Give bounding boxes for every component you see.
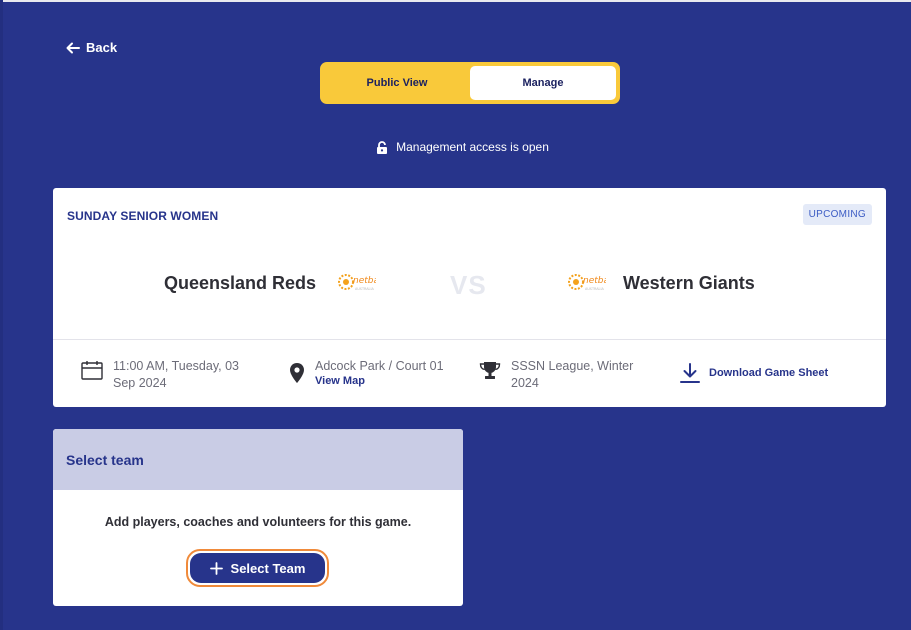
league-text: SSSN League, Winter 2024 [511, 359, 634, 390]
datetime-text: 11:00 AM, Tuesday, 03 Sep 2024 [113, 359, 240, 390]
public-view-tab[interactable]: Public View [324, 66, 470, 100]
download-icon [680, 363, 700, 383]
away-team-name: Western Giants [623, 273, 755, 293]
back-button[interactable]: Back [66, 40, 117, 55]
game-datetime: 11:00 AM, Tuesday, 03 Sep 2024 [81, 358, 261, 392]
status-badge: UPCOMING [802, 204, 872, 225]
window-top-edge [0, 0, 911, 2]
view-map-link[interactable]: View Map [315, 375, 444, 387]
select-team-button[interactable]: Select Team [186, 549, 329, 587]
window-left-edge [0, 0, 3, 630]
home-team-name: Queensland Reds [163, 273, 316, 293]
svg-text:AUSTRALIA: AUSTRALIA [585, 287, 604, 291]
trophy-icon [479, 362, 501, 379]
calendar-icon [81, 361, 103, 380]
versus-label: VS [450, 270, 487, 300]
home-team-logo: netball AUSTRALIA [338, 274, 376, 291]
view-toggle: Public View Manage [320, 62, 620, 104]
away-team-logo: netball AUSTRALIA [568, 274, 606, 291]
competition-name: SUNDAY SENIOR WOMEN [67, 209, 219, 223]
game-venue: Adcock Park / Court 01 View Map [289, 358, 459, 387]
back-label: Back [86, 40, 118, 55]
select-team-message: Add players, coaches and volunteers for … [104, 515, 412, 529]
game-card: SUNDAY SENIOR WOMEN UPCOMING Queensland … [53, 188, 886, 407]
arrow-left-icon [66, 42, 80, 53]
select-team-title: Select team [53, 429, 463, 490]
venue-text: Adcock Park / Court 01 [315, 359, 444, 373]
access-text: Management access is open [396, 140, 549, 154]
svg-text:netball: netball [583, 276, 606, 286]
access-status: Management access is open [0, 140, 911, 154]
select-team-label: Select Team [230, 560, 306, 576]
manage-tab[interactable]: Manage [470, 66, 616, 100]
game-league: SSSN League, Winter 2024 [479, 358, 649, 392]
card-divider [53, 339, 886, 340]
svg-text:AUSTRALIA: AUSTRALIA [355, 287, 374, 291]
download-label: Download Game Sheet [709, 367, 829, 379]
location-pin-icon [290, 363, 304, 383]
lock-icon [377, 140, 388, 154]
select-team-card: Select team Add players, coaches and vol… [53, 429, 463, 606]
svg-text:netball: netball [353, 276, 376, 286]
download-game-sheet-button[interactable]: Download Game Sheet [679, 362, 828, 384]
plus-icon [209, 561, 223, 575]
